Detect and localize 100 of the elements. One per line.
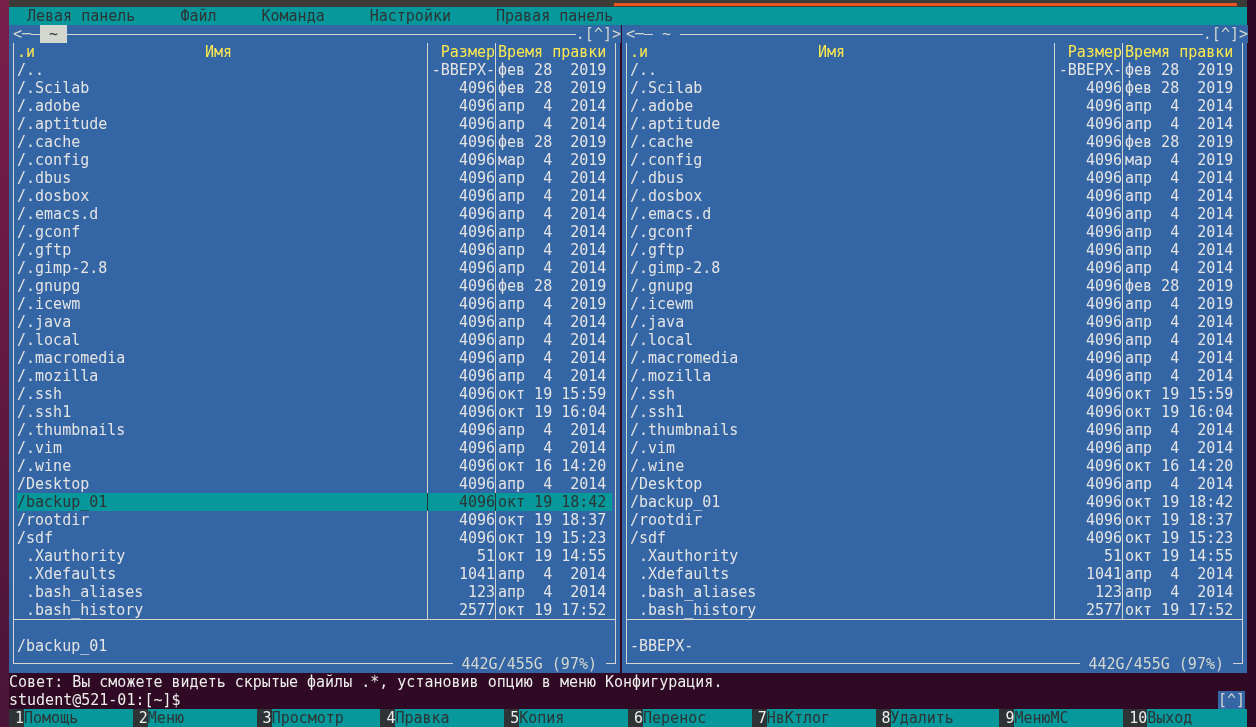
file-row[interactable]: /.ssh 4096 окт 19 15:59 [630,385,1239,403]
file-row[interactable]: /.adobe 4096 апр 4 2014 [630,97,1239,115]
file-row[interactable]: /.wine 4096 окт 16 14:20 [630,457,1239,475]
file-row[interactable]: /.ssh1 4096 окт 19 16:04 [17,403,612,421]
file-row[interactable]: /.icewm 4096 апр 4 2019 [17,295,612,313]
disk-usage: 442G/455G (97%) [452,655,606,673]
file-row[interactable]: /backup_01 4096 окт 19 18:42 [17,493,612,511]
function-key[interactable]: Перенос [643,709,752,727]
file-size: 4096 [458,97,495,115]
function-key[interactable]: Меню [147,709,257,727]
file-row[interactable]: /rootdir 4096 окт 19 18:37 [17,511,612,529]
function-key[interactable]: МенюМС [1014,709,1124,727]
file-row[interactable]: .bash_history 2577 окт 19 17:52 [17,601,612,619]
function-key[interactable]: Правка [395,709,505,727]
menu-item[interactable]: Настройки [369,7,451,25]
file-row[interactable]: /.dbus 4096 апр 4 2014 [17,169,612,187]
menu-item[interactable]: Правая панель [496,7,614,25]
file-row[interactable]: /.dosbox 4096 апр 4 2014 [17,187,612,205]
function-key[interactable]: Копия [519,709,628,727]
file-date: апр 4 2014 [1125,259,1234,277]
file-size: 4096 [458,313,495,331]
file-row[interactable]: /.java 4096 апр 4 2014 [17,313,612,331]
file-row[interactable]: /.aptitude 4096 апр 4 2014 [630,115,1239,133]
file-name: /Desktop [630,475,703,493]
scroll-up-button[interactable]: [^] [1217,691,1245,709]
file-row[interactable]: /.vim 4096 апр 4 2014 [17,439,612,457]
menu-item[interactable]: Команда [261,7,325,25]
file-row[interactable]: .bash_aliases 123 апр 4 2014 [17,583,612,601]
file-row[interactable]: /.emacs.d 4096 апр 4 2014 [17,205,612,223]
file-row[interactable]: /.local 4096 апр 4 2014 [630,331,1239,349]
sort-indicator[interactable]: .и [630,43,649,61]
file-date: окт 19 15:23 [1125,529,1234,547]
file-row[interactable]: .bash_history 2577 окт 19 17:52 [630,601,1239,619]
sort-indicator[interactable]: .и [17,43,36,61]
file-row[interactable]: /.wine 4096 окт 16 14:20 [17,457,612,475]
column-header[interactable]: Имя [205,43,233,61]
file-row[interactable]: /.thumbnails 4096 апр 4 2014 [17,421,612,439]
file-row[interactable]: /.ssh 4096 окт 19 15:59 [17,385,612,403]
file-size: 4096 [1085,169,1122,187]
file-row[interactable]: /.mozilla 4096 апр 4 2014 [17,367,612,385]
panel-path: ~ [40,25,68,43]
up-button[interactable]: .[^]> [575,25,621,43]
menu-item[interactable]: Файл [180,7,217,25]
file-row[interactable]: /.gnupg 4096 фев 28 2019 [17,277,612,295]
function-key[interactable]: Просмотр [271,709,381,727]
function-key[interactable]: Помощь [24,709,133,727]
file-row[interactable]: /.emacs.d 4096 апр 4 2014 [630,205,1239,223]
file-row[interactable]: /.dbus 4096 апр 4 2014 [630,169,1239,187]
file-row[interactable]: /.gconf 4096 апр 4 2014 [17,223,612,241]
file-row[interactable]: /.macromedia 4096 апр 4 2014 [630,349,1239,367]
column-header[interactable]: Время правки [498,43,607,61]
file-row[interactable]: .Xauthority 51 окт 19 14:55 [630,547,1239,565]
file-row[interactable]: /.config 4096 мар 4 2019 [17,151,612,169]
file-row[interactable]: /.config 4096 мар 4 2019 [630,151,1239,169]
file-row[interactable]: /.adobe 4096 апр 4 2014 [17,97,612,115]
file-row[interactable]: /backup_01 4096 окт 19 18:42 [630,493,1239,511]
file-name: /.aptitude [630,115,721,133]
file-name: /.ssh1 [17,403,72,421]
file-name: /.gconf [630,223,694,241]
file-row[interactable]: .Xauthority 51 окт 19 14:55 [17,547,612,565]
file-row[interactable]: .bash_aliases 123 апр 4 2014 [630,583,1239,601]
function-key[interactable]: НвКтлог [766,709,876,727]
column-header[interactable]: Имя [818,43,846,61]
file-row[interactable]: /.mozilla 4096 апр 4 2014 [630,367,1239,385]
file-row[interactable]: /.macromedia 4096 апр 4 2014 [17,349,612,367]
file-row[interactable]: /.vim 4096 апр 4 2014 [630,439,1239,457]
file-row[interactable]: /.gimp-2.8 4096 апр 4 2014 [17,259,612,277]
file-date: апр 4 2014 [498,241,607,259]
file-row[interactable]: /.thumbnails 4096 апр 4 2014 [630,421,1239,439]
file-row[interactable]: /.local 4096 апр 4 2014 [17,331,612,349]
file-row[interactable]: /.cache 4096 фев 28 2019 [17,133,612,151]
up-button[interactable]: .[^]> [1202,25,1248,43]
file-row[interactable]: /.aptitude 4096 апр 4 2014 [17,115,612,133]
menu-item[interactable]: Левая панель [27,7,136,25]
column-header[interactable]: Время правки [1125,43,1234,61]
function-key[interactable]: Удалить [890,709,1000,727]
file-row[interactable]: /.java 4096 апр 4 2014 [630,313,1239,331]
function-key[interactable]: Выход [1147,709,1247,727]
file-row[interactable]: /sdf 4096 окт 19 15:23 [17,529,612,547]
file-row[interactable]: /Desktop 4096 апр 4 2014 [630,475,1239,493]
file-row[interactable]: /.gnupg 4096 фев 28 2019 [630,277,1239,295]
file-row[interactable]: /.. -ВВЕРХ- фев 28 2019 [17,61,612,79]
file-row[interactable]: /.. -ВВЕРХ- фев 28 2019 [630,61,1239,79]
file-row[interactable]: /.dosbox 4096 апр 4 2014 [630,187,1239,205]
file-row[interactable]: /.gftp 4096 апр 4 2014 [630,241,1239,259]
file-row[interactable]: /sdf 4096 окт 19 15:23 [630,529,1239,547]
file-row[interactable]: /.Scilab 4096 фев 28 2019 [17,79,612,97]
file-row[interactable]: /.icewm 4096 апр 4 2019 [630,295,1239,313]
file-row[interactable]: .Xdefaults 1041 апр 4 2014 [630,565,1239,583]
file-row[interactable]: /.ssh1 4096 окт 19 16:04 [630,403,1239,421]
file-size: 4096 [1085,403,1122,421]
column-header[interactable]: Размер [440,43,495,61]
file-row[interactable]: .Xdefaults 1041 апр 4 2014 [17,565,612,583]
file-row[interactable]: /.cache 4096 фев 28 2019 [630,133,1239,151]
file-row[interactable]: /.Scilab 4096 фев 28 2019 [630,79,1239,97]
column-header[interactable]: Размер [1067,43,1122,61]
file-row[interactable]: /.gftp 4096 апр 4 2014 [17,241,612,259]
file-row[interactable]: /.gimp-2.8 4096 апр 4 2014 [630,259,1239,277]
file-row[interactable]: /.gconf 4096 апр 4 2014 [630,223,1239,241]
file-row[interactable]: /rootdir 4096 окт 19 18:37 [630,511,1239,529]
